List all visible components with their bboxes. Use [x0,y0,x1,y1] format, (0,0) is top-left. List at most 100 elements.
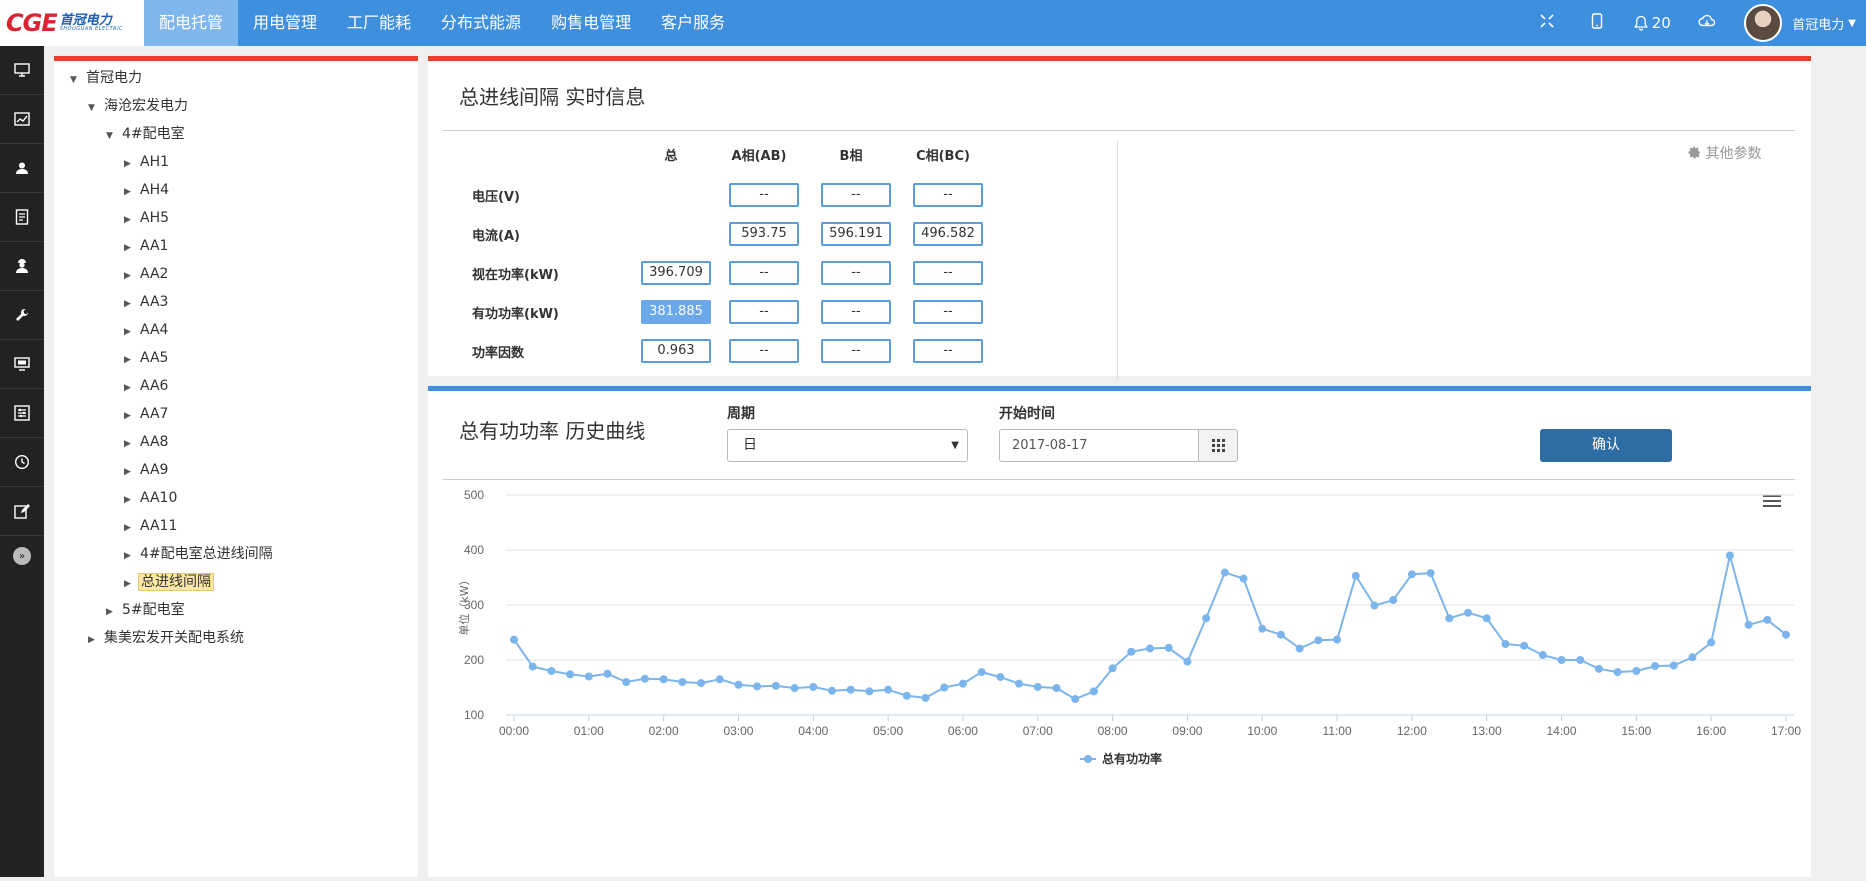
x-tick-label: 17:00 [1771,724,1801,738]
value-cell: -- [913,183,983,207]
data-point [659,675,668,684]
rail-document-icon[interactable] [0,193,44,242]
rail-engineer-icon[interactable] [0,242,44,291]
caret-right-icon[interactable]: ▶ [124,180,138,204]
caret-right-icon[interactable]: ▶ [124,572,138,596]
top-right-tools: 20 首冠电力 ▼ [1522,0,1866,46]
data-point [1370,601,1379,610]
collapse-arrows-icon[interactable] [1522,13,1572,34]
tree-node[interactable]: ▼ 海沧宏发电力 [88,94,190,118]
tree-node[interactable]: ▶ AH5 [124,206,171,230]
caret-right-icon[interactable]: ▶ [124,264,138,288]
caret-down-icon[interactable]: ▼ [106,124,120,148]
tree-node[interactable]: ▶ 5#配电室 [106,598,187,622]
tree-node[interactable]: ▶ AA10 [124,486,179,510]
realtime-panel: 总进线间隔 实时信息 其他参数 总 A相(AB) B相 C相(BC) 电压(V) -- --… [428,56,1811,381]
tree-node[interactable]: ▶ AA2 [124,262,170,286]
mobile-icon[interactable] [1572,12,1622,34]
brand-logo[interactable]: CGE 首冠电力 SHOUGUAN ELECTRIC [0,0,144,46]
caret-right-icon[interactable]: ▶ [88,628,102,652]
data-point [1538,651,1547,660]
value-cell: -- [913,261,983,285]
cloud-icon[interactable] [1682,13,1732,33]
caret-right-icon[interactable]: ▶ [124,208,138,232]
tree-node[interactable]: ▼ 首冠电力 [70,66,144,90]
tree-node[interactable]: ▶ AA9 [124,458,170,482]
rail-monitor-icon[interactable] [0,46,44,95]
start-date-input[interactable]: 2017-08-17 [999,429,1199,462]
tree-node[interactable]: ▶ AH4 [124,178,171,202]
x-tick-label: 15:00 [1621,724,1651,738]
caret-down-icon[interactable]: ▼ [88,96,102,120]
tree-node-label: AA11 [140,518,178,534]
column-header: C相(BC) [916,149,970,164]
period-select[interactable]: 日 ▼ [727,429,968,462]
nav-item-power-trading[interactable]: 购售电管理 [536,0,646,46]
caret-right-icon[interactable]: ▶ [124,376,138,400]
caret-right-icon[interactable]: ▶ [124,236,138,260]
rail-trend-icon[interactable] [0,95,44,144]
nav-item-distribution-hosting[interactable]: 配电托管 [144,0,239,46]
caret-right-icon[interactable]: ▶ [124,348,138,372]
confirm-button[interactable]: 确认 [1540,429,1672,462]
tree-node[interactable]: ▶ AA8 [124,430,170,454]
tree-node[interactable]: ▶ AA1 [124,234,170,258]
nav-item-distributed-energy[interactable]: 分布式能源 [426,0,536,46]
caret-right-icon[interactable]: ▶ [124,488,138,512]
calendar-button[interactable] [1198,429,1238,462]
tree-node[interactable]: ▶ AA7 [124,402,170,426]
other-params-link[interactable]: 其他参数 [1688,143,1761,163]
x-tick-label: 03:00 [723,724,753,738]
caret-right-icon[interactable]: ▶ [124,292,138,316]
user-name[interactable]: 首冠电力 [1792,14,1844,33]
tree-node[interactable]: ▶ 集美宏发开关配电系统 [88,626,246,650]
rail-expand-toggle[interactable]: » [0,536,44,576]
tree-node[interactable]: ▶ AA11 [124,514,179,538]
tree-node[interactable]: ▶ 4#配电室总进线间隔 [124,542,275,566]
rail-edit-icon[interactable] [0,487,44,536]
rail-user-icon[interactable] [0,144,44,193]
data-point [1464,608,1472,617]
notifications[interactable]: 20 [1622,14,1682,32]
value-cell: -- [729,339,799,363]
caret-right-icon[interactable]: ▶ [124,544,138,568]
column-header: A相(AB) [731,149,787,164]
caret-right-icon[interactable]: ▶ [124,432,138,456]
caret-down-icon[interactable]: ▼ [70,68,84,92]
avatar[interactable] [1744,4,1783,42]
tree-node[interactable]: ▶ 总进线间隔 [124,570,214,594]
nav-item-customer-service[interactable]: 客户服务 [646,0,740,46]
nav-item-power-usage[interactable]: 用电管理 [238,0,332,46]
caret-right-icon[interactable]: ▶ [124,320,138,344]
tree-node[interactable]: ▶ AH1 [124,150,171,174]
caret-right-icon[interactable]: ▶ [106,600,120,624]
tree-node[interactable]: ▶ AA5 [124,346,170,370]
value-cell: 496.582 [913,222,983,246]
caret-right-icon[interactable]: ▶ [124,460,138,484]
nav-item-factory-energy[interactable]: 工厂能耗 [332,0,426,46]
x-tick-label: 01:00 [574,724,604,738]
tree-node-label: AA7 [140,406,169,422]
caret-right-icon[interactable]: ▶ [124,516,138,540]
data-point [678,678,687,686]
tree-node[interactable]: ▼ 4#配电室 [106,122,187,146]
notification-count: 20 [1651,14,1671,32]
data-point [771,681,780,690]
caret-down-icon[interactable]: ▼ [1848,18,1856,29]
data-point [715,675,724,684]
page-scrollbar[interactable] [1856,56,1866,826]
caret-right-icon[interactable]: ▶ [124,404,138,428]
tree-node-label: 集美宏发开关配电系统 [104,630,244,646]
rail-screen-icon[interactable] [0,340,44,389]
caret-right-icon[interactable]: ▶ [124,152,138,176]
rail-history-icon[interactable] [0,438,44,487]
tree-node[interactable]: ▶ AA6 [124,374,170,398]
value-cell: -- [913,339,983,363]
rail-settings-list-icon[interactable] [0,389,44,438]
tree-node[interactable]: ▶ AA4 [124,318,170,342]
y-tick-label: 200 [464,653,484,667]
rail-wrench-icon[interactable] [0,291,44,340]
data-point [566,670,575,679]
realtime-divider [443,130,1795,131]
tree-node[interactable]: ▶ AA3 [124,290,170,314]
